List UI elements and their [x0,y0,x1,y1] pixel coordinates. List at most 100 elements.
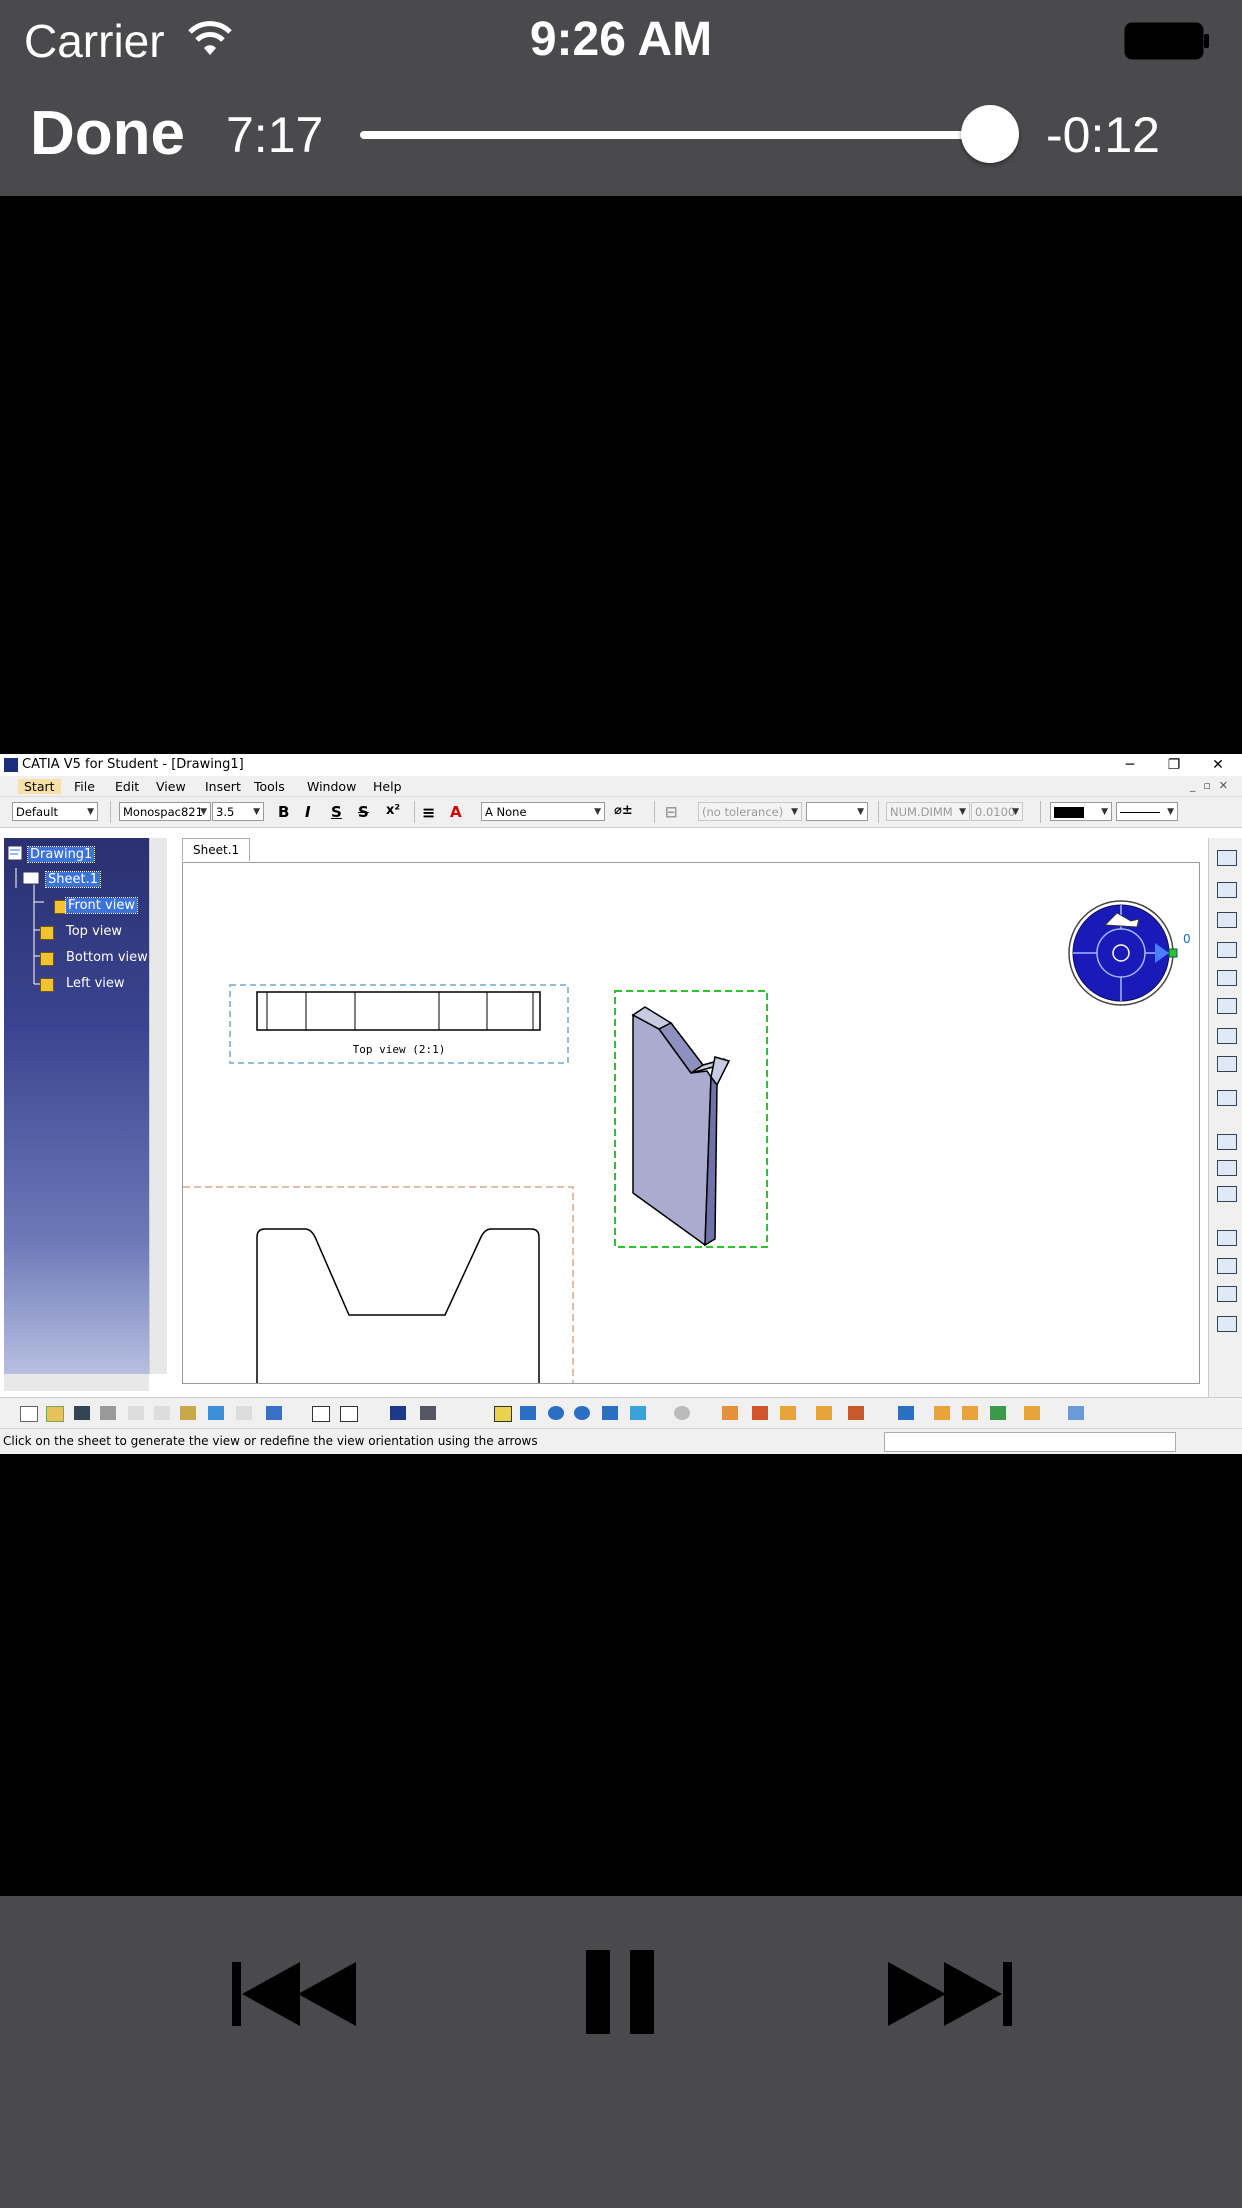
drawing-canvas[interactable]: Top view (2:1) 0 [182,862,1200,1384]
tolerance-select[interactable]: (no tolerance) ▼ [698,802,802,821]
view-creation-icon[interactable] [1217,850,1237,866]
tree-view-bottom[interactable]: Bottom view [66,950,148,965]
detail-view-icon[interactable] [1217,970,1237,986]
next-track-icon[interactable] [884,1960,1016,2028]
clipping-view-icon[interactable] [1217,998,1237,1014]
tree-view-top[interactable]: Top view [66,924,122,939]
pause-icon[interactable] [584,1948,656,2036]
zoom-area-icon[interactable] [602,1406,618,1420]
numerical-display-select[interactable]: NUM.DIMM ▼ [886,802,970,821]
menu-insert[interactable]: Insert [205,779,241,794]
whats-this-icon[interactable] [266,1406,282,1420]
normal-view-icon[interactable] [630,1406,646,1420]
geometry-creation-icon[interactable] [1217,1186,1237,1202]
tree-view-front[interactable]: Front view [65,897,138,914]
symbol-icon[interactable] [990,1406,1006,1420]
mirror-icon[interactable] [1024,1406,1040,1420]
auto-dimension-icon[interactable] [780,1406,796,1420]
analysis-icon[interactable] [816,1406,832,1420]
dimension-chain-icon[interactable] [1217,1258,1237,1274]
save-icon[interactable] [74,1406,90,1420]
font-size-select[interactable]: 3.5 ▼ [212,802,264,821]
tree-view-left[interactable]: Left view [66,976,125,991]
menu-tools[interactable]: Tools [254,779,285,794]
fit-all-icon[interactable] [494,1406,512,1422]
zoom-out-icon[interactable] [574,1406,590,1420]
strikethrough-button[interactable]: S [358,803,369,821]
pan-icon[interactable] [520,1406,536,1420]
restore-icon[interactable]: ❐ [1152,754,1196,776]
section-view-icon[interactable] [1217,942,1237,958]
paste-icon[interactable] [180,1406,196,1420]
font-select[interactable]: Monospac821 ▼ [119,802,211,821]
open-folder-icon[interactable] [46,1406,64,1422]
tree-root-drawing[interactable]: Drawing1 [26,846,96,863]
power-input-field[interactable] [884,1432,1176,1452]
menu-file[interactable]: File [74,779,95,794]
tab-sheet-1[interactable]: Sheet.1 [182,838,251,861]
position-icon[interactable] [934,1406,950,1420]
menu-start[interactable]: Start [18,779,61,794]
view-compass[interactable] [1068,900,1178,1006]
previous-track-icon[interactable] [228,1960,360,2028]
scrubber-track[interactable] [360,105,1019,163]
grid-icon[interactable] [722,1406,738,1420]
print-icon[interactable] [100,1406,116,1420]
bold-button[interactable]: B [278,803,289,821]
anchor-point-icon[interactable]: A [450,803,462,821]
arrow-icon[interactable] [1217,1286,1237,1302]
tree-horizontal-scrollbar[interactable] [4,1374,149,1391]
cut-icon[interactable] [128,1406,144,1420]
menu-view[interactable]: View [156,779,186,794]
table-icon[interactable] [1217,1160,1237,1176]
copy-icon[interactable] [154,1406,170,1420]
new-sheet-icon[interactable] [1217,1090,1237,1106]
insert-symbol-icon[interactable]: ⌀± [614,803,633,818]
frame-select[interactable]: A None ▼ [481,802,605,821]
menu-edit[interactable]: Edit [115,779,139,794]
select-icon[interactable] [1217,882,1237,898]
view-frame-icon[interactable] [752,1406,768,1420]
minimize-icon[interactable]: ─ [1108,754,1152,776]
arrange-icon[interactable] [962,1406,978,1420]
comment-icon[interactable] [340,1406,358,1422]
style-select[interactable]: Default ▼ [12,802,98,821]
mdi-window-controls[interactable]: _▫✕ [1190,779,1236,792]
menu-window[interactable]: Window [307,779,356,794]
refresh-icon[interactable] [674,1406,690,1420]
undo-icon[interactable] [208,1406,224,1420]
align-left-icon[interactable]: ≡ [422,803,435,822]
tree-sheet[interactable]: Sheet.1 [45,871,101,888]
formula-icon[interactable] [312,1406,330,1422]
dimension-icon[interactable] [1217,1230,1237,1246]
erase-icon[interactable] [1068,1406,1084,1420]
menu-help[interactable]: Help [373,779,402,794]
chevron-down-icon: ▼ [1167,807,1174,817]
tolerance-value-select[interactable]: ▼ [806,802,868,821]
view-projection-icon[interactable] [1217,912,1237,928]
rectangle-icon[interactable] [1217,1134,1237,1150]
video-frame[interactable]: CATIA V5 for Student - [Drawing1] ─ ❐ ✕ … [0,754,1242,1454]
catalog-icon[interactable] [420,1406,436,1420]
new-file-icon[interactable] [20,1406,38,1422]
battery-icon [1124,22,1209,60]
break-view-icon[interactable] [1217,1028,1237,1044]
scrubber-thumb[interactable] [961,105,1019,163]
precision-select[interactable]: 0.0100 ▼ [971,802,1023,821]
underline-button[interactable]: S [331,803,342,821]
color-select[interactable]: ▼ [1050,802,1112,821]
linetype-select[interactable]: ▼ [1116,802,1178,821]
sketch-grid-icon[interactable] [898,1406,914,1420]
tree-vertical-scrollbar[interactable] [149,838,167,1374]
close-icon[interactable]: ✕ [1196,754,1240,776]
wizard-icon[interactable] [1217,1056,1237,1072]
zoom-in-icon[interactable] [548,1406,564,1420]
dress-up-icon[interactable] [848,1406,864,1420]
table-grid-icon[interactable] [390,1406,406,1420]
redo-icon[interactable] [236,1406,252,1420]
superscript-button[interactable]: x² [386,803,400,818]
italic-button[interactable]: I [305,803,311,821]
text-annotation-icon[interactable] [1217,1316,1237,1332]
done-button[interactable]: Done [30,98,185,169]
front-view-frame[interactable] [183,1186,574,1383]
